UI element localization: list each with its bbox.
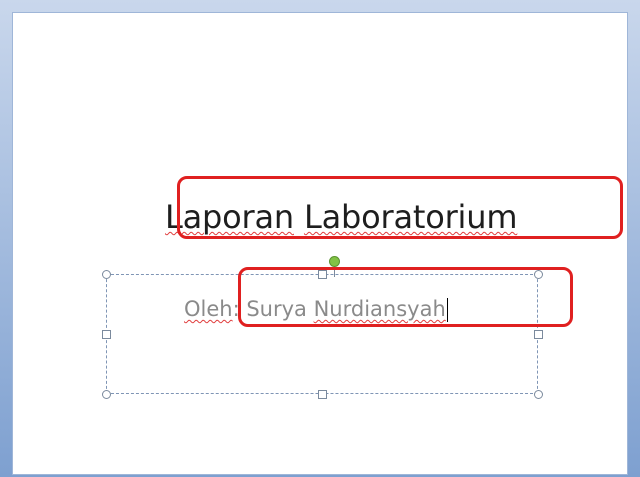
- resize-handle-middle-right-icon[interactable]: [534, 330, 543, 339]
- subtitle-highlight-box: [238, 267, 573, 327]
- presentation-slide[interactable]: Laporan Laboratorium Oleh: Surya Nurdian…: [12, 12, 628, 475]
- slide-workspace: Laporan Laboratorium Oleh: Surya Nurdian…: [0, 0, 640, 477]
- resize-handle-bottom-right-icon[interactable]: [534, 390, 543, 399]
- resize-handle-middle-left-icon[interactable]: [102, 330, 111, 339]
- subtitle-prefix: Oleh: [184, 297, 233, 321]
- title-highlight-box: [177, 176, 623, 239]
- resize-handle-bottom-center-icon[interactable]: [318, 390, 327, 399]
- resize-handle-bottom-left-icon[interactable]: [102, 390, 111, 399]
- resize-handle-top-left-icon[interactable]: [102, 270, 111, 279]
- rotate-handle-icon[interactable]: [329, 256, 340, 267]
